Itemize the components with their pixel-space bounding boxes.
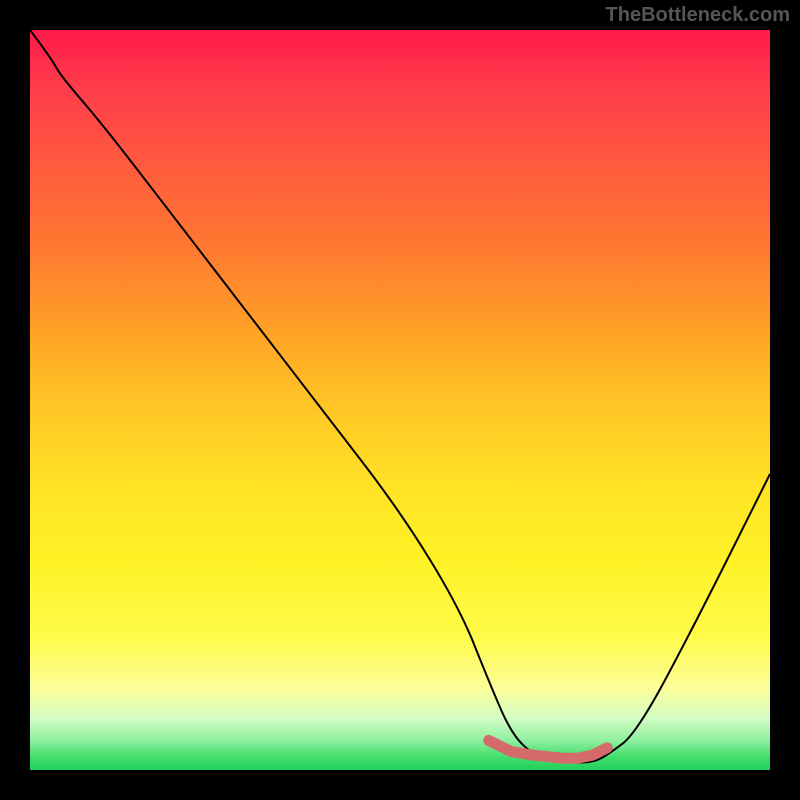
chart-overlay [30,30,770,770]
chart-area [30,30,770,770]
bottleneck-curve-line [30,30,770,763]
optimal-range-highlight [489,740,607,758]
watermark-text: TheBottleneck.com [606,4,790,27]
